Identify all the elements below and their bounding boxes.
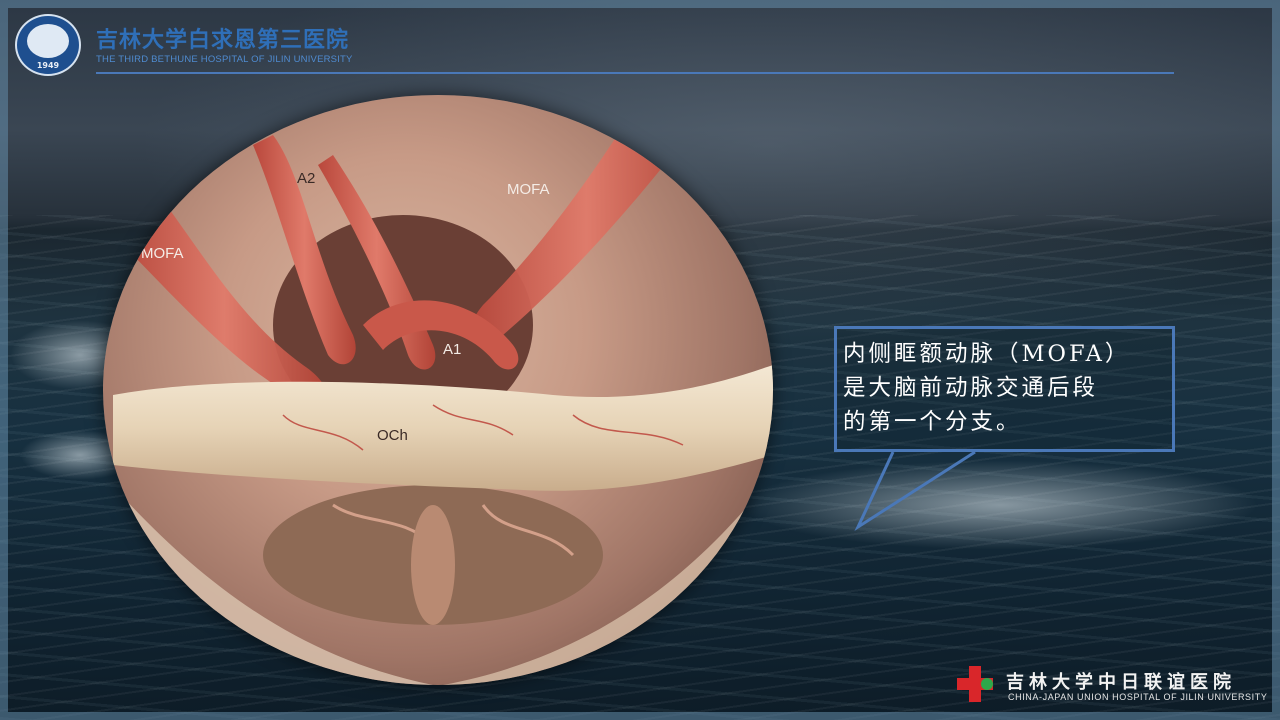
annotation-callout: 内侧眶额动脉（MOFA） 是大脑前动脉交通后段 的第一个分支。: [834, 326, 1175, 452]
label-mofa-left: MOFA: [141, 245, 184, 262]
label-och: OCh: [377, 427, 408, 444]
callout-line-1: 内侧眶额动脉（MOFA）: [843, 341, 1131, 367]
hospital-name-en: THE THIRD BETHUNE HOSPITAL OF JILIN UNIV…: [96, 54, 353, 65]
hospital-name: 吉林大学白求恩第三医院: [96, 27, 350, 53]
endoscopic-illustration: [103, 95, 773, 685]
label-mofa-right: MOFA: [507, 181, 550, 198]
callout-line-2: 是大脑前动脉交通后段: [843, 375, 1099, 401]
footer-hospital-name-en: CHINA-JAPAN UNION HOSPITAL OF JILIN UNIV…: [1008, 692, 1268, 702]
red-cross-icon: [957, 666, 993, 702]
callout-line-3: 的第一个分支。: [843, 409, 1022, 435]
label-a1: A1: [443, 341, 462, 358]
logo-emblem: [27, 24, 69, 58]
footer-hospital-name: 吉林大学中日联谊医院: [1006, 672, 1236, 693]
hospital-logo: 1949: [15, 14, 81, 76]
logo-year: 1949: [36, 61, 60, 70]
header-divider: [96, 72, 1174, 74]
endoscopic-image: A2 MOFA MOFA A1 OCh: [103, 95, 773, 685]
wave-foam: [740, 460, 1260, 550]
label-a2: A2: [297, 170, 316, 187]
